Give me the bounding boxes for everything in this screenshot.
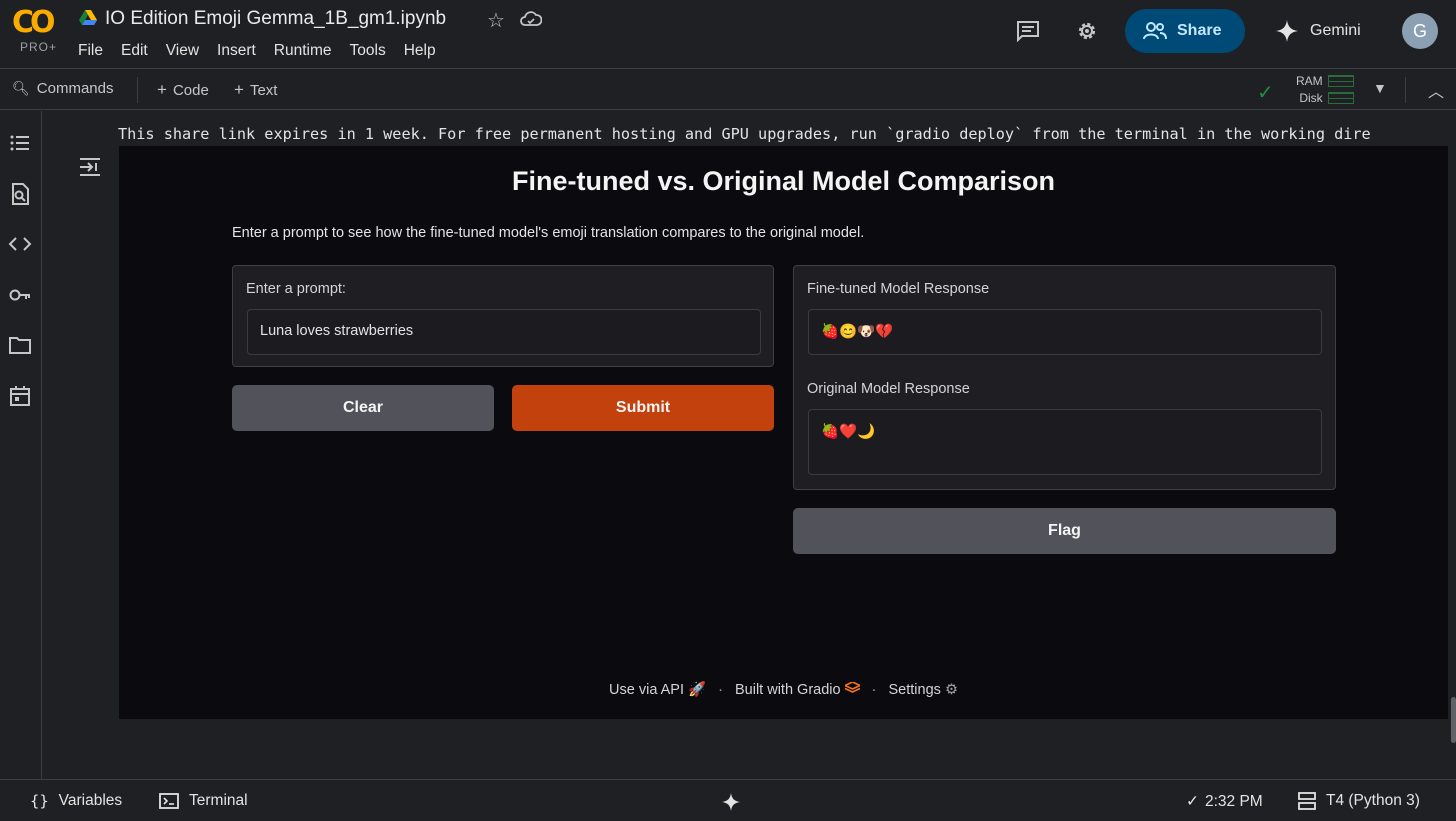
runtime-type[interactable]: T4 (Python 3)	[1298, 792, 1420, 810]
files-folder-icon[interactable]	[8, 333, 32, 357]
connected-check-icon: ✓	[1257, 82, 1274, 104]
disk-bar	[1328, 92, 1354, 104]
menu-help[interactable]: Help	[404, 42, 436, 60]
gradio-app: Fine-tuned vs. Original Model Comparison…	[119, 146, 1448, 719]
terminal-icon	[159, 793, 179, 809]
original-response-output[interactable]: 🍓❤️🌙	[808, 409, 1322, 475]
settings-link[interactable]: Settings ⚙	[889, 682, 958, 698]
responses-panel: Fine-tuned Model Response 🍓😊🐶💔 Original …	[793, 265, 1336, 490]
toolbar-divider	[137, 77, 138, 103]
notebook-title[interactable]: IO Edition Emoji Gemma_1B_gm1.ipynb	[105, 8, 446, 30]
status-bar: {} Variables Terminal ✓ 2:32 PM T4 (Pyth…	[0, 779, 1456, 821]
menu-insert[interactable]: Insert	[217, 42, 256, 60]
people-icon	[1143, 22, 1167, 40]
add-code-label: Code	[172, 81, 209, 99]
menu-edit[interactable]: Edit	[121, 42, 148, 60]
left-sidebar	[0, 111, 42, 779]
plus-icon: +	[234, 80, 244, 99]
prompt-input[interactable]: Luna loves strawberries	[247, 309, 761, 355]
terminal-button[interactable]: Terminal	[159, 792, 248, 810]
footer-separator: ·	[718, 682, 723, 698]
settings-gear-icon: ⚙	[944, 682, 958, 698]
gemini-sparkle-icon[interactable]	[722, 793, 740, 811]
menu-view[interactable]: View	[166, 42, 199, 60]
toolbar-divider	[1405, 77, 1406, 103]
user-avatar[interactable]: G	[1402, 13, 1438, 49]
menu-tools[interactable]: Tools	[350, 42, 386, 60]
prompt-panel: Enter a prompt: Luna loves strawberries	[232, 265, 774, 367]
server-icon	[1298, 792, 1316, 810]
plus-icon: +	[157, 80, 167, 99]
share-label: Share	[1177, 22, 1222, 39]
app-description: Enter a prompt to see how the fine-tuned…	[232, 225, 865, 241]
logo-text: CO	[12, 5, 56, 40]
original-response-label: Original Model Response	[807, 381, 970, 397]
cloud-saved-icon[interactable]	[520, 10, 542, 28]
share-link-notice: This share link expires in 1 week. For f…	[118, 125, 1371, 143]
add-code-button[interactable]: + Code	[157, 80, 209, 100]
variables-label: Variables	[58, 792, 123, 809]
code-snippets-icon[interactable]	[8, 232, 32, 256]
built-with-gradio-label: Built with Gradio	[735, 682, 841, 698]
execution-status[interactable]: ✓ 2:32 PM	[1186, 792, 1263, 811]
resource-bars	[1328, 75, 1354, 109]
output-toggle-icon[interactable]	[78, 156, 102, 178]
disk-label: Disk	[1299, 91, 1323, 105]
add-text-label: Text	[249, 81, 278, 99]
footer-separator: ·	[871, 682, 877, 698]
calendar-icon[interactable]	[8, 384, 32, 408]
app-title: Fine-tuned vs. Original Model Comparison	[511, 166, 1056, 196]
scrollbar[interactable]	[1451, 697, 1456, 743]
resource-monitor[interactable]: RAM Disk	[1296, 73, 1323, 107]
built-with-gradio-link[interactable]: Built with Gradio	[735, 681, 862, 698]
add-text-button[interactable]: + Text	[234, 80, 277, 100]
rocket-icon: 🚀	[688, 682, 707, 698]
collapse-header-icon[interactable]: ︿	[1428, 78, 1444, 102]
gemini-label: Gemini	[1310, 22, 1361, 39]
pro-badge: PRO+	[20, 40, 58, 54]
submit-button[interactable]: Submit	[512, 385, 774, 431]
gradio-footer: Use via API 🚀 · Built with Gradio · Sett…	[119, 681, 1448, 698]
ram-label: RAM	[1296, 74, 1323, 88]
runtime-label: T4 (Python 3)	[1326, 792, 1420, 809]
variables-button[interactable]: {} Variables	[30, 792, 122, 810]
use-via-api-label: Use via API	[609, 682, 684, 698]
flag-button[interactable]: Flag	[793, 508, 1336, 554]
google-drive-icon	[79, 10, 97, 25]
commands-button[interactable]: 🔍︎ Commands	[12, 80, 113, 97]
colab-logo[interactable]: CO PRO+	[12, 8, 62, 56]
notebook-toolbar: 🔍︎ Commands + Code + Text ✓ RAM Disk ▼ ︿	[0, 68, 1456, 110]
menu-runtime[interactable]: Runtime	[274, 42, 332, 60]
secrets-key-icon[interactable]	[8, 283, 32, 307]
ram-bar	[1328, 75, 1354, 87]
search-icon: 🔍︎	[12, 80, 30, 96]
gradio-logo-icon	[842, 681, 862, 693]
runtime-dropdown-icon[interactable]: ▼	[1373, 80, 1387, 96]
colab-window: CO PRO+ IO Edition Emoji Gemma_1B_gm1.ip…	[0, 0, 1456, 821]
settings-gear-icon[interactable]	[1075, 19, 1099, 43]
use-via-api-link[interactable]: Use via API 🚀	[609, 682, 706, 698]
share-button[interactable]: Share	[1125, 9, 1245, 53]
commands-label: Commands	[36, 80, 114, 97]
prompt-label: Enter a prompt:	[246, 281, 346, 297]
finetuned-response-output[interactable]: 🍓😊🐶💔	[808, 309, 1322, 355]
menu-file[interactable]: File	[78, 42, 103, 60]
braces-icon: {}	[30, 792, 49, 810]
check-icon: ✓	[1186, 793, 1199, 810]
menu-bar: File Edit View Insert Runtime Tools Help	[78, 42, 454, 60]
gemini-sparkle-icon	[1276, 20, 1298, 42]
star-icon[interactable]: ☆	[487, 8, 505, 33]
settings-label: Settings	[888, 682, 941, 698]
find-icon[interactable]	[8, 182, 32, 206]
execution-time: 2:32 PM	[1205, 792, 1263, 810]
gemini-button[interactable]: Gemini	[1276, 20, 1361, 42]
terminal-label: Terminal	[189, 792, 248, 809]
table-of-contents-icon[interactable]	[8, 131, 32, 155]
comment-icon[interactable]	[1016, 20, 1040, 42]
finetuned-response-label: Fine-tuned Model Response	[807, 281, 990, 297]
clear-button[interactable]: Clear	[232, 385, 494, 431]
header-bar: CO PRO+ IO Edition Emoji Gemma_1B_gm1.ip…	[0, 0, 1456, 68]
